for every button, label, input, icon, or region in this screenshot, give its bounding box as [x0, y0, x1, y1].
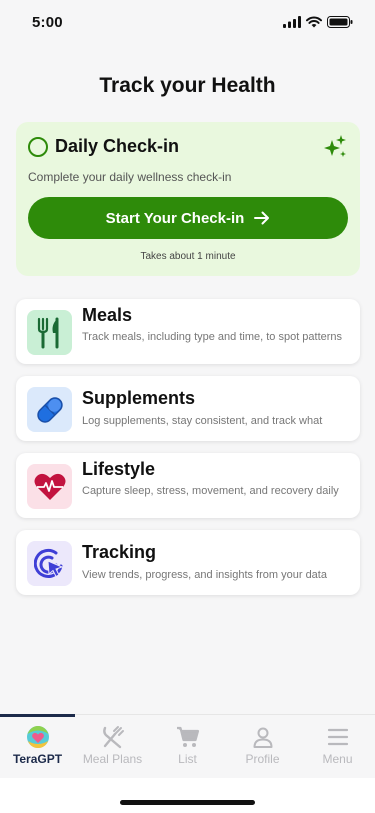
nav-item-teragpt[interactable]: TeraGPT [0, 715, 75, 779]
nav-item-menu[interactable]: Menu [300, 715, 375, 779]
nav-label-teragpt: TeraGPT [12, 752, 63, 766]
user-icon [253, 727, 272, 748]
lifestyle-description: Capture sleep, stress, movement, and rec… [82, 485, 339, 497]
lifestyle-title: Lifestyle [82, 459, 156, 479]
nav-item-meal-plans[interactable]: Meal Plans [75, 715, 150, 779]
nav-label-profile: Profile [245, 752, 280, 766]
target-cursor-icon [27, 541, 72, 586]
utensils-icon [27, 310, 72, 355]
tracking-card[interactable]: Tracking View trends, progress, and insi… [16, 530, 360, 595]
active-tab-indicator [0, 714, 75, 717]
nav-label-menu: Menu [322, 752, 353, 766]
meals-title: Meals [82, 305, 133, 325]
supplements-description: Log supplements, stay consistent, and tr… [82, 415, 323, 427]
page-title: Track your Health [99, 74, 276, 97]
start-checkin-button[interactable]: Start Your Check-in [28, 197, 348, 239]
checkin-radio-icon[interactable] [28, 137, 48, 157]
teragpt-logo-icon [26, 726, 49, 748]
start-checkin-label: Start Your Check-in [105, 209, 245, 227]
heart-pulse-icon [27, 464, 72, 509]
supplements-title: Supplements [82, 388, 196, 408]
cellular-signal-icon [283, 16, 301, 28]
nav-item-profile[interactable]: Profile [225, 715, 300, 779]
lifestyle-card[interactable]: Lifestyle Capture sleep, stress, movemen… [16, 453, 360, 518]
nav-label-meal-plans: Meal Plans [82, 752, 143, 766]
tracking-title: Tracking [82, 542, 157, 562]
arrow-right-icon [254, 211, 270, 225]
daily-checkin-card: Daily Check-in Complete your daily welln… [16, 122, 360, 276]
status-bar: 5:00 [0, 0, 375, 44]
sparkle-icon [324, 135, 346, 157]
checkin-title: Daily Check-in [55, 136, 180, 156]
tracking-description: View trends, progress, and insights from… [82, 569, 327, 581]
bottom-nav: TeraGPT Meal Plans List Profile Menu [0, 714, 375, 778]
checkin-duration-note: Takes about 1 minute [140, 251, 236, 262]
meals-card[interactable]: Meals Track meals, including type and ti… [16, 299, 360, 364]
pill-icon [27, 387, 72, 432]
hamburger-icon [327, 728, 348, 746]
checkin-description: Complete your daily wellness check-in [28, 170, 232, 184]
cart-icon [176, 726, 199, 747]
status-time: 5:00 [32, 13, 63, 31]
meals-description: Track meals, including type and time, to… [82, 331, 343, 343]
supplements-card[interactable]: Supplements Log supplements, stay consis… [16, 376, 360, 441]
home-indicator-area [0, 778, 375, 813]
battery-icon [327, 16, 353, 28]
wifi-icon [306, 16, 322, 28]
nav-label-list: List [178, 752, 197, 766]
utensils-cross-icon [102, 726, 124, 749]
status-icons [283, 16, 353, 28]
nav-item-list[interactable]: List [150, 715, 225, 779]
home-indicator[interactable] [120, 800, 255, 805]
